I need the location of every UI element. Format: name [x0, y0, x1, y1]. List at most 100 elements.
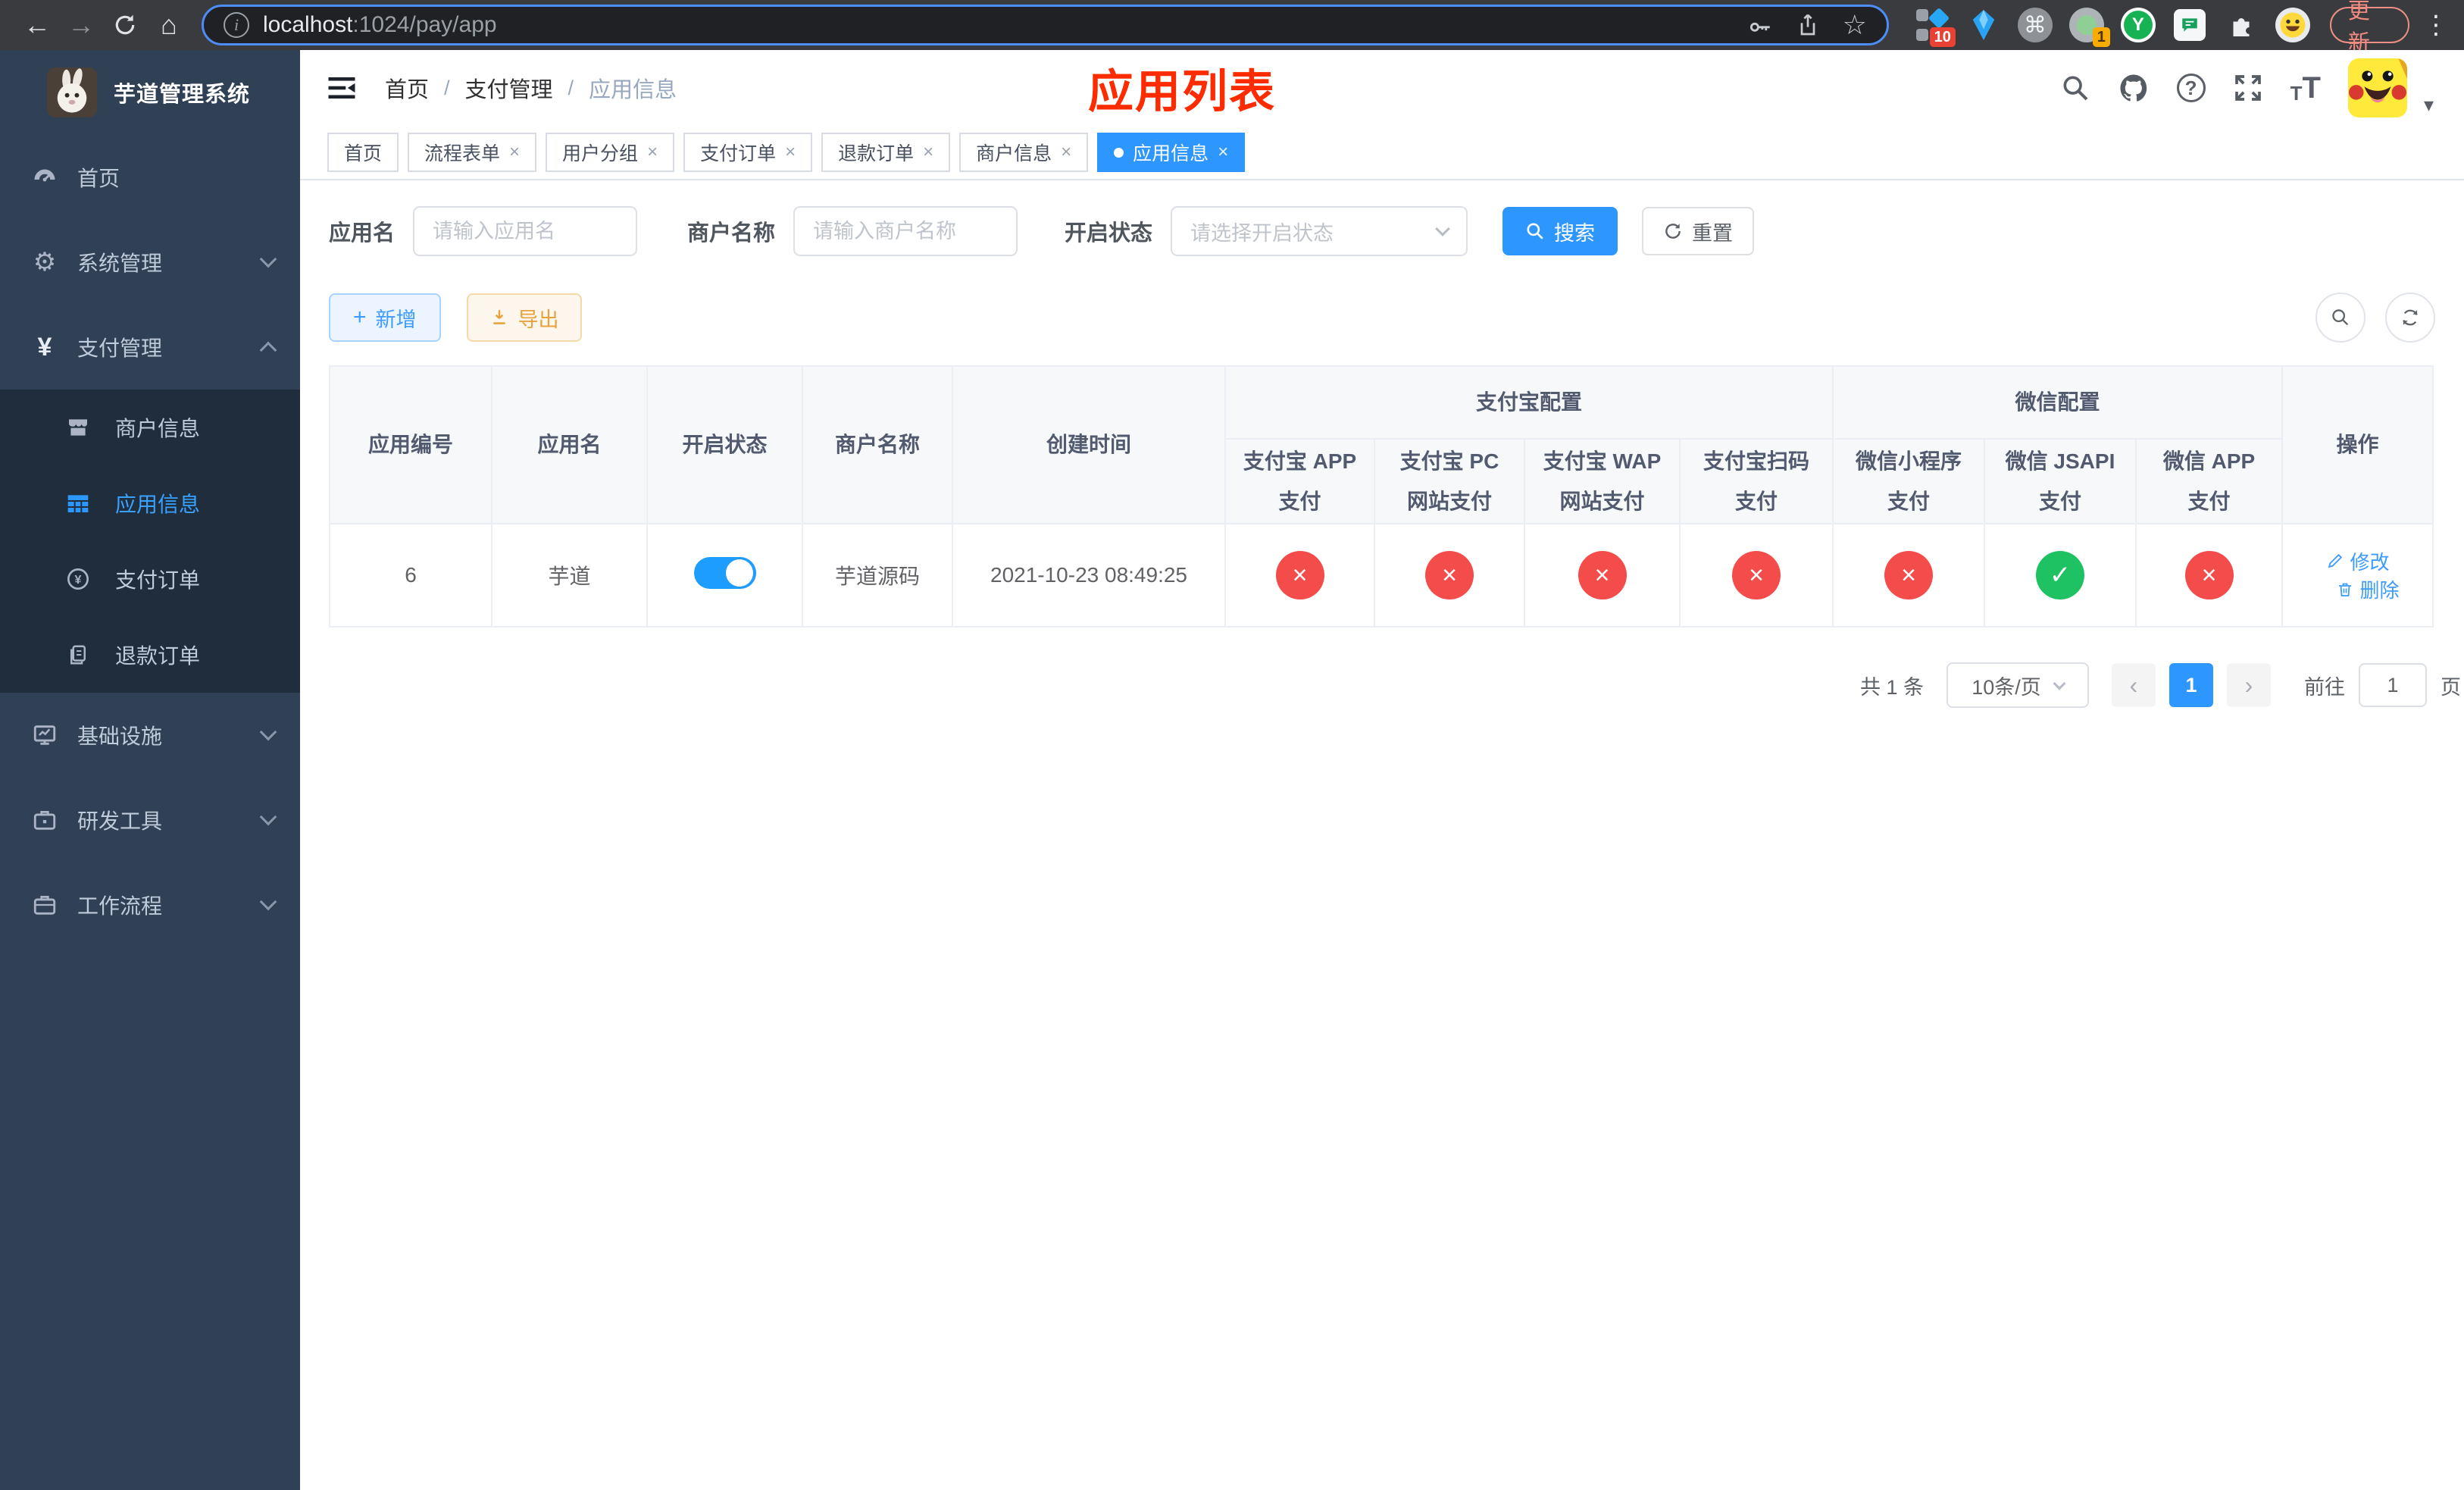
sidebar-item-label: 首页 — [77, 167, 120, 190]
breadcrumb-home[interactable]: 首页 — [385, 72, 429, 104]
app-logo-row[interactable]: 芋道管理系统 — [0, 50, 300, 135]
avatar[interactable] — [2347, 58, 2407, 117]
extension-chat-icon[interactable] — [2172, 8, 2207, 42]
delete-link[interactable]: 删除 — [2336, 575, 2400, 603]
extension-emoji-icon[interactable] — [2275, 8, 2310, 42]
status-icon: ✓ — [2036, 551, 2085, 599]
font-size-icon[interactable]: TT — [2290, 73, 2321, 103]
column-header: 支付宝扫码支付 — [1678, 438, 1834, 524]
avatar-caret-icon[interactable]: ▾ — [2424, 93, 2434, 117]
search-icon[interactable] — [2060, 73, 2090, 103]
tab-refund-order[interactable]: 退款订单 × — [821, 133, 951, 172]
fullscreen-icon[interactable] — [2233, 73, 2263, 103]
sidebar-item-label: 支付管理 — [77, 337, 163, 360]
help-icon[interactable]: ? — [2176, 74, 2206, 102]
forward-icon[interactable]: → — [59, 3, 103, 47]
group-header-alipay: 支付宝配置 — [1224, 365, 1834, 440]
chevron-up-icon — [259, 341, 277, 359]
app-name-label: 应用名 — [329, 221, 396, 246]
sidebar-item-app-info[interactable]: 应用信息 — [0, 465, 300, 541]
export-button[interactable]: 导出 — [466, 293, 582, 342]
sidebar-item-home[interactable]: 首页 — [0, 135, 300, 220]
reset-button[interactable]: 重置 — [1642, 207, 1755, 255]
sidebar-item-label: 基础设施 — [77, 725, 163, 748]
extension-puzzle-icon[interactable] — [2224, 8, 2259, 42]
briefcase-icon — [27, 807, 62, 833]
github-icon[interactable] — [2118, 72, 2150, 104]
tab-app-info[interactable]: 应用信息 × — [1097, 133, 1246, 172]
prev-page-button[interactable]: ‹ — [2112, 663, 2156, 707]
tab-merchant-info[interactable]: 商户信息 × — [959, 133, 1089, 172]
close-icon[interactable]: × — [1218, 142, 1228, 163]
status-select-placeholder: 请选择开启状态 — [1190, 221, 1334, 245]
close-icon[interactable]: × — [509, 142, 520, 163]
extension-badge: 1 — [2092, 27, 2110, 47]
close-icon[interactable]: × — [647, 142, 658, 163]
share-icon[interactable] — [1796, 13, 1820, 37]
extension-tiles-icon[interactable]: 10 — [1915, 7, 1956, 47]
toggle-search-button[interactable] — [2315, 293, 2366, 343]
sidebar-item-payment-orders[interactable]: ¥ 支付订单 — [0, 541, 300, 617]
extension-profile-icon[interactable]: 1 — [2068, 8, 2110, 47]
status-icon: × — [1275, 551, 1324, 599]
cell-app-id: 6 — [329, 523, 492, 628]
status-toggle[interactable] — [693, 556, 756, 589]
close-icon[interactable]: × — [923, 142, 933, 163]
address-bar[interactable]: i localhost:1024/pay/app ☆ — [202, 5, 1889, 45]
sidebar-item-label: 工作流程 — [77, 894, 163, 918]
tab-payment-order[interactable]: 支付订单 × — [683, 133, 813, 172]
chrome-update-button[interactable]: 更新 — [2329, 0, 2409, 55]
close-icon[interactable]: × — [1061, 142, 1071, 163]
edit-link[interactable]: 修改 — [2326, 547, 2390, 575]
password-key-icon[interactable] — [1747, 12, 1773, 38]
page-info-icon[interactable]: i — [224, 12, 249, 38]
status-icon: × — [1732, 551, 1781, 599]
tab-home[interactable]: 首页 — [327, 133, 399, 172]
next-page-button[interactable]: › — [2227, 663, 2271, 707]
browser-menu-icon[interactable]: ⋮ — [2423, 10, 2449, 40]
back-icon[interactable]: ← — [15, 3, 59, 47]
extension-y-icon[interactable]: Y — [2120, 8, 2156, 42]
sidebar-item-system[interactable]: ⚙ 系统管理 — [0, 220, 300, 305]
monitor-icon — [27, 722, 62, 748]
shop-icon — [62, 415, 94, 440]
payment-submenu: 商户信息 应用信息 ¥ 支付订单 退款订单 — [0, 390, 300, 693]
bookmark-star-icon[interactable]: ☆ — [1843, 9, 1867, 41]
sidebar-item-merchant-info[interactable]: 商户信息 — [0, 390, 300, 465]
sidebar-item-payment[interactable]: ¥ 支付管理 — [0, 305, 300, 390]
merchant-name-input[interactable] — [793, 206, 1018, 256]
sidebar-item-refund-orders[interactable]: 退款订单 — [0, 617, 300, 693]
add-button[interactable]: + 新增 — [329, 293, 441, 342]
extension-command-icon[interactable]: ⌘ — [2017, 8, 2053, 42]
pagination: 共 1 条 10条/页 ‹ 1 › 前往 页 — [329, 662, 2461, 708]
column-header: 支付宝 APP 支付 — [1224, 438, 1375, 524]
column-header: 支付宝 PC 网站支付 — [1374, 438, 1525, 524]
status-select[interactable]: 请选择开启状态 — [1171, 206, 1468, 256]
reload-icon[interactable] — [103, 3, 147, 47]
sidebar-item-label: 退款订单 — [115, 644, 201, 668]
column-header: 微信 APP 支付 — [2135, 438, 2284, 524]
tab-process-form[interactable]: 流程表单 × — [408, 133, 537, 172]
close-icon[interactable]: × — [785, 142, 796, 163]
sidebar-collapse-icon[interactable] — [326, 72, 358, 104]
search-button[interactable]: 搜索 — [1502, 207, 1618, 255]
chevron-down-icon — [259, 808, 277, 826]
active-dot — [1114, 147, 1124, 158]
goto-page-input[interactable] — [2359, 663, 2427, 707]
group-header-wechat: 微信配置 — [1832, 365, 2284, 440]
app-name-input[interactable] — [413, 206, 638, 256]
page-number[interactable]: 1 — [2169, 663, 2213, 707]
sidebar-item-infrastructure[interactable]: 基础设施 — [0, 693, 300, 778]
sidebar-item-workflow[interactable]: 工作流程 — [0, 862, 300, 947]
refresh-button[interactable] — [2385, 293, 2435, 343]
goto-suffix: 页 — [2441, 675, 2461, 699]
tab-user-group[interactable]: 用户分组 × — [546, 133, 675, 172]
cell-merchant: 芋道源码 — [802, 523, 953, 628]
breadcrumb-payment[interactable]: 支付管理 — [465, 72, 553, 104]
grid-icon — [62, 491, 94, 515]
sidebar-item-dev-tools[interactable]: 研发工具 — [0, 778, 300, 862]
document-copy-icon — [62, 643, 94, 666]
home-icon[interactable]: ⌂ — [147, 3, 191, 47]
page-size-select[interactable]: 10条/页 — [1946, 662, 2089, 708]
extension-gem-icon[interactable] — [1966, 8, 2001, 42]
